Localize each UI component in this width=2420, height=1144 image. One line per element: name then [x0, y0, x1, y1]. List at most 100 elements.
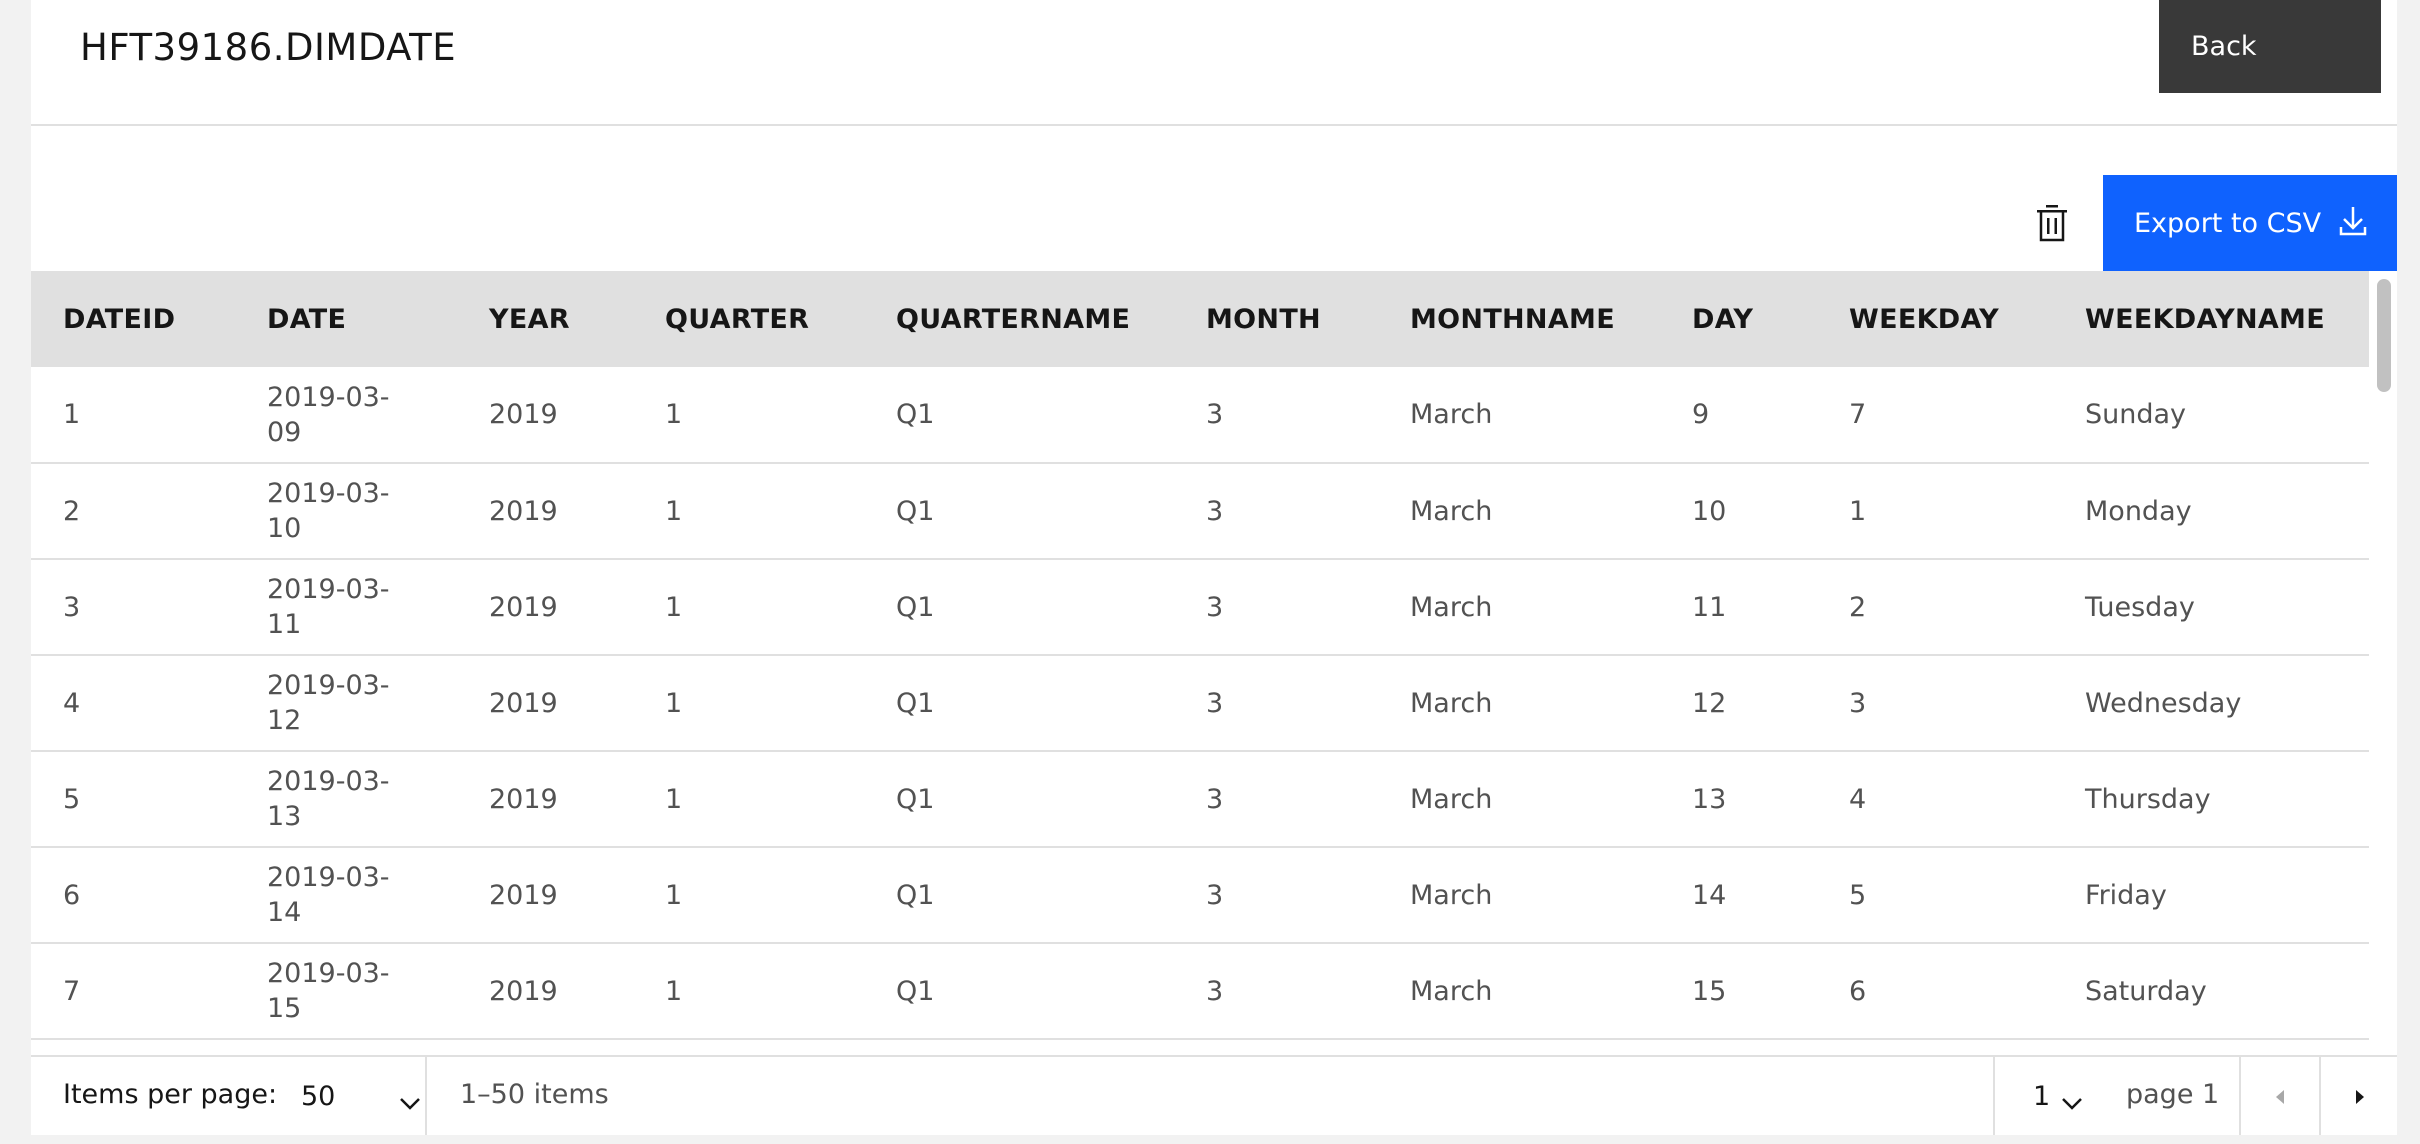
table-cell: 2019: [489, 687, 558, 719]
data-table-container: DATEID DATE YEAR QUARTER QUARTERNAME MONTH MON…: [31, 271, 2397, 1055]
table-cell: 2019: [489, 879, 558, 911]
table-cell: Monday: [2085, 495, 2192, 527]
export-csv-label: Export to CSV: [2134, 207, 2322, 239]
table-cell: Q1: [896, 591, 935, 623]
table-cell: March: [1410, 879, 1493, 911]
table-cell: Tuesday: [2085, 591, 2195, 623]
table-cell: 1: [665, 975, 683, 1007]
table-cell: March: [1410, 975, 1493, 1007]
page-number-select[interactable]: 1: [2033, 1057, 2093, 1135]
column-header[interactable]: MONTHNAME: [1378, 271, 1660, 367]
table-cell: March: [1410, 783, 1493, 815]
table-cell: 7: [1849, 399, 1867, 430]
column-header[interactable]: MONTH: [1174, 271, 1378, 367]
table-cell: 3: [1206, 591, 1224, 623]
table-header-row: DATEID DATE YEAR QUARTER QUARTERNAME MONTH MON…: [31, 271, 2369, 367]
table-cell: 7: [63, 975, 81, 1007]
divider: [1993, 1057, 1995, 1135]
trash-icon[interactable]: [2032, 202, 2072, 244]
table-cell: March: [1410, 687, 1493, 719]
column-header[interactable]: QUARTER: [633, 271, 864, 367]
table-cell: 1: [665, 879, 683, 911]
table-cell: 5: [63, 783, 81, 815]
table-cell: Sunday: [2085, 399, 2187, 430]
table-cell: 2019-03-11: [267, 574, 390, 640]
vertical-scrollbar[interactable]: [2369, 271, 2397, 1055]
table-cell: 1: [665, 687, 683, 719]
table-body: 1 2019-03-09 2019 1 Q1 3 March 9 7 Sunday 2 2019-03…: [31, 367, 2369, 1039]
export-csv-button[interactable]: Export to CSV: [2103, 175, 2397, 271]
table-cell: 1: [665, 783, 683, 815]
back-button[interactable]: Back: [2159, 0, 2381, 93]
item-range-text: 1–50 items: [460, 1079, 609, 1110]
table-cell: 1: [63, 399, 81, 430]
table-row[interactable]: 5 2019-03-13 2019 1 Q1 3 March 13 4 Thursday: [31, 751, 2369, 847]
table-cell: 2: [63, 495, 81, 527]
table-cell: Q1: [896, 687, 935, 719]
table-cell: 2019: [489, 399, 558, 430]
scrollbar-thumb[interactable]: [2377, 279, 2391, 392]
items-per-page-select[interactable]: 50: [301, 1057, 425, 1135]
table-row[interactable]: 2 2019-03-10 2019 1 Q1 3 March 10 1 Monday: [31, 463, 2369, 559]
table-cell: 2: [1849, 591, 1867, 623]
next-page-button[interactable]: [2321, 1057, 2399, 1135]
page-number-value: 1: [2033, 1080, 2051, 1112]
table-cell: Q1: [896, 879, 935, 911]
items-per-page-label: Items per page:: [63, 1079, 278, 1110]
table-cell: March: [1410, 399, 1493, 430]
table-cell: March: [1410, 591, 1493, 623]
column-header[interactable]: WEEKDAYNAME: [2053, 271, 2369, 367]
table-row[interactable]: 1 2019-03-09 2019 1 Q1 3 March 9 7 Sunday: [31, 367, 2369, 463]
table-cell: 2019: [489, 975, 558, 1007]
column-header[interactable]: DAY: [1660, 271, 1817, 367]
table-row[interactable]: 6 2019-03-14 2019 1 Q1 3 March 14 5 Friday: [31, 847, 2369, 943]
table-cell: 2019: [489, 591, 558, 623]
table-row[interactable]: 7 2019-03-15 2019 1 Q1 3 March 15 6 Saturday: [31, 943, 2369, 1039]
table-cell: 15: [1692, 975, 1727, 1007]
table-cell: 11: [1692, 591, 1727, 623]
table-cell: 1: [665, 591, 683, 623]
table-cell: 2019-03-13: [267, 766, 390, 832]
table-cell: 3: [63, 591, 81, 623]
table-cell: 12: [1692, 687, 1727, 719]
column-header[interactable]: DATEID: [31, 271, 235, 367]
table-cell: 3: [1206, 975, 1224, 1007]
table-cell: 6: [63, 879, 81, 911]
column-header[interactable]: DATE: [235, 271, 457, 367]
table-cell: 6: [1849, 975, 1867, 1007]
table-cell: 1: [665, 495, 683, 527]
table-cell: 2019: [489, 495, 558, 527]
column-header[interactable]: WEEKDAY: [1817, 271, 2053, 367]
caret-right-icon: [2354, 1081, 2366, 1112]
table-cell: 3: [1206, 399, 1224, 430]
table-cell: 2019-03-09: [267, 381, 390, 448]
table-cell: 3: [1849, 687, 1867, 719]
column-header[interactable]: YEAR: [457, 271, 633, 367]
table-cell: Thursday: [2085, 783, 2211, 815]
table-cell: 1: [1849, 495, 1867, 527]
data-table: DATEID DATE YEAR QUARTER QUARTERNAME MONTH MON…: [31, 271, 2369, 1040]
table-cell: 4: [1849, 783, 1867, 815]
chevron-down-icon: [399, 1087, 421, 1118]
table-cell: 10: [1692, 495, 1727, 527]
page-title: HFT39186.DIMDATE: [80, 26, 457, 69]
column-header[interactable]: QUARTERNAME: [864, 271, 1174, 367]
table-cell: 9: [1692, 399, 1710, 430]
page-label: page 1: [2126, 1079, 2220, 1110]
table-row[interactable]: 4 2019-03-12 2019 1 Q1 3 March 12 3 Wednesday: [31, 655, 2369, 751]
table-cell: 2019-03-15: [267, 958, 390, 1024]
table-cell: Q1: [896, 975, 935, 1007]
table-row[interactable]: 3 2019-03-11 2019 1 Q1 3 March 11 2 Tuesday: [31, 559, 2369, 655]
table-cell: 3: [1206, 495, 1224, 527]
items-per-page-value: 50: [301, 1080, 336, 1112]
table-cell: 3: [1206, 879, 1224, 911]
previous-page-button[interactable]: [2241, 1057, 2319, 1135]
chevron-down-icon: [2061, 1087, 2083, 1118]
table-cell: 4: [63, 687, 81, 719]
table-cell: Q1: [896, 495, 935, 527]
table-cell: March: [1410, 495, 1493, 527]
table-cell: 3: [1206, 783, 1224, 815]
table-cell: Q1: [896, 783, 935, 815]
table-cell: 2019-03-10: [267, 478, 390, 544]
table-cell: 14: [1692, 879, 1727, 911]
